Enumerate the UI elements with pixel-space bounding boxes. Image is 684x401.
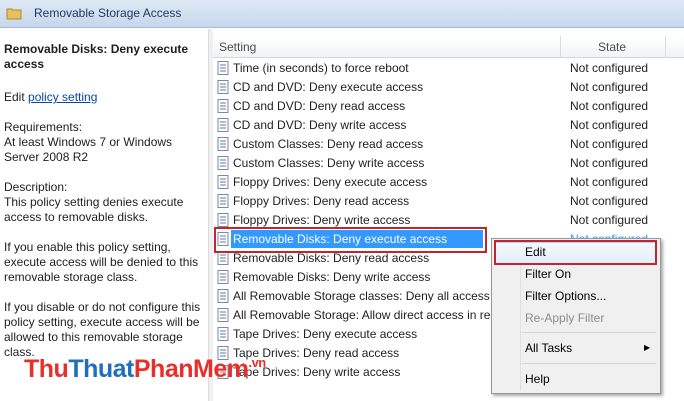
- policy-folder-icon: [6, 8, 22, 20]
- description-text: This policy setting denies execute acces…: [4, 195, 184, 224]
- list-item[interactable]: Time (in seconds) to force reboot Not con…: [213, 59, 684, 78]
- setting-state: Not configured: [570, 213, 649, 227]
- list-item[interactable]: CD and DVD: Deny write access Not configu…: [213, 116, 684, 135]
- highlight-box-edit: [494, 240, 657, 265]
- policy-setting-icon: [217, 61, 229, 75]
- setting-name: All Removable Storage classes: Deny all …: [233, 289, 490, 303]
- setting-name: All Removable Storage: Allow direct acce…: [233, 308, 501, 322]
- setting-name: Custom Classes: Deny write access: [233, 156, 425, 170]
- menu-separator: [522, 363, 656, 364]
- watermark-part: Thuat: [68, 355, 134, 383]
- description-label: Description:: [4, 180, 68, 194]
- setting-name: Floppy Drives: Deny read access: [233, 194, 410, 208]
- policy-setting-icon: [217, 99, 229, 113]
- list-header: Setting State: [213, 36, 684, 58]
- menu-item-filter-on[interactable]: Filter On: [525, 267, 571, 281]
- edit-policy-setting-link[interactable]: policy setting: [28, 90, 97, 104]
- edit-policy-line: Edit policy setting: [4, 90, 206, 105]
- requirements-text: At least Windows 7 or Windows Server 200…: [4, 135, 173, 164]
- highlight-box-selected-row: [214, 227, 487, 253]
- window-title: Removable Storage Access: [34, 6, 182, 20]
- submenu-arrow-icon: ▶: [644, 343, 651, 352]
- edit-prefix: Edit: [4, 90, 29, 104]
- menu-item-filter-options[interactable]: Filter Options...: [525, 289, 606, 303]
- policy-setting-icon: [217, 137, 229, 151]
- enable-paragraph: If you enable this policy setting, execu…: [4, 240, 199, 284]
- list-item[interactable]: Floppy Drives: Deny execute access Not co…: [213, 173, 684, 192]
- title-bar: Removable Storage Access: [0, 0, 684, 28]
- requirements-label: Requirements:: [4, 120, 83, 134]
- setting-name: Floppy Drives: Deny write access: [233, 213, 411, 227]
- setting-state: Not configured: [570, 118, 649, 132]
- column-divider[interactable]: [665, 36, 666, 58]
- setting-state: Not configured: [570, 80, 649, 94]
- watermark-part: PhanMem: [133, 355, 249, 383]
- list-item[interactable]: Floppy Drives: Deny read access Not confi…: [213, 192, 684, 211]
- policy-setting-icon: [217, 308, 229, 322]
- column-divider[interactable]: [560, 36, 561, 58]
- list-item[interactable]: CD and DVD: Deny read access Not configur…: [213, 97, 684, 116]
- column-header-state[interactable]: State: [598, 40, 626, 54]
- setting-name: Removable Disks: Deny write access: [233, 270, 431, 284]
- setting-name: Custom Classes: Deny read access: [233, 137, 424, 151]
- list-item[interactable]: Custom Classes: Deny read access Not conf…: [213, 135, 684, 154]
- setting-state: Not configured: [570, 99, 649, 113]
- setting-state: Not configured: [570, 61, 649, 75]
- column-header-setting[interactable]: Setting: [219, 40, 256, 54]
- policy-setting-icon: [217, 80, 229, 94]
- setting-name: Time (in seconds) to force reboot: [233, 61, 409, 75]
- menu-separator: [522, 332, 656, 333]
- policy-setting-icon: [217, 270, 229, 284]
- setting-name: Removable Disks: Deny read access: [233, 251, 430, 265]
- setting-state: Not configured: [570, 137, 649, 151]
- setting-state: Not configured: [570, 156, 649, 170]
- menu-item-reapply-filter: Re-Apply Filter: [525, 311, 605, 325]
- policy-setting-icon: [217, 251, 229, 265]
- policy-title: Removable Disks: Deny execute access: [4, 42, 189, 71]
- watermark-part: Thu: [24, 355, 69, 383]
- list-item[interactable]: CD and DVD: Deny execute access Not confi…: [213, 78, 684, 97]
- policy-setting-icon: [217, 194, 229, 208]
- description-pane: Removable Disks: Deny execute access Edi…: [0, 29, 208, 401]
- watermark-logo: ThuThuatPhanMem.vn: [24, 355, 266, 384]
- policy-setting-icon: [217, 156, 229, 170]
- menu-item-help[interactable]: Help: [525, 372, 550, 386]
- setting-name: CD and DVD: Deny execute access: [233, 80, 424, 94]
- disable-paragraph: If you disable or do not configure this …: [4, 300, 201, 359]
- setting-name: CD and DVD: Deny read access: [233, 99, 406, 113]
- watermark-part: .vn: [248, 355, 266, 370]
- setting-name: Floppy Drives: Deny execute access: [233, 175, 428, 189]
- setting-state: Not configured: [570, 194, 649, 208]
- policy-setting-icon: [217, 327, 229, 341]
- policy-setting-icon: [217, 289, 229, 303]
- policy-setting-icon: [217, 175, 229, 189]
- menu-item-all-tasks[interactable]: All Tasks: [525, 341, 572, 355]
- setting-state: Not configured: [570, 175, 649, 189]
- policy-setting-icon: [217, 118, 229, 132]
- setting-name: Tape Drives: Deny execute access: [233, 327, 418, 341]
- setting-name: CD and DVD: Deny write access: [233, 118, 407, 132]
- policy-setting-icon: [217, 213, 229, 227]
- list-item[interactable]: Custom Classes: Deny write access Not con…: [213, 154, 684, 173]
